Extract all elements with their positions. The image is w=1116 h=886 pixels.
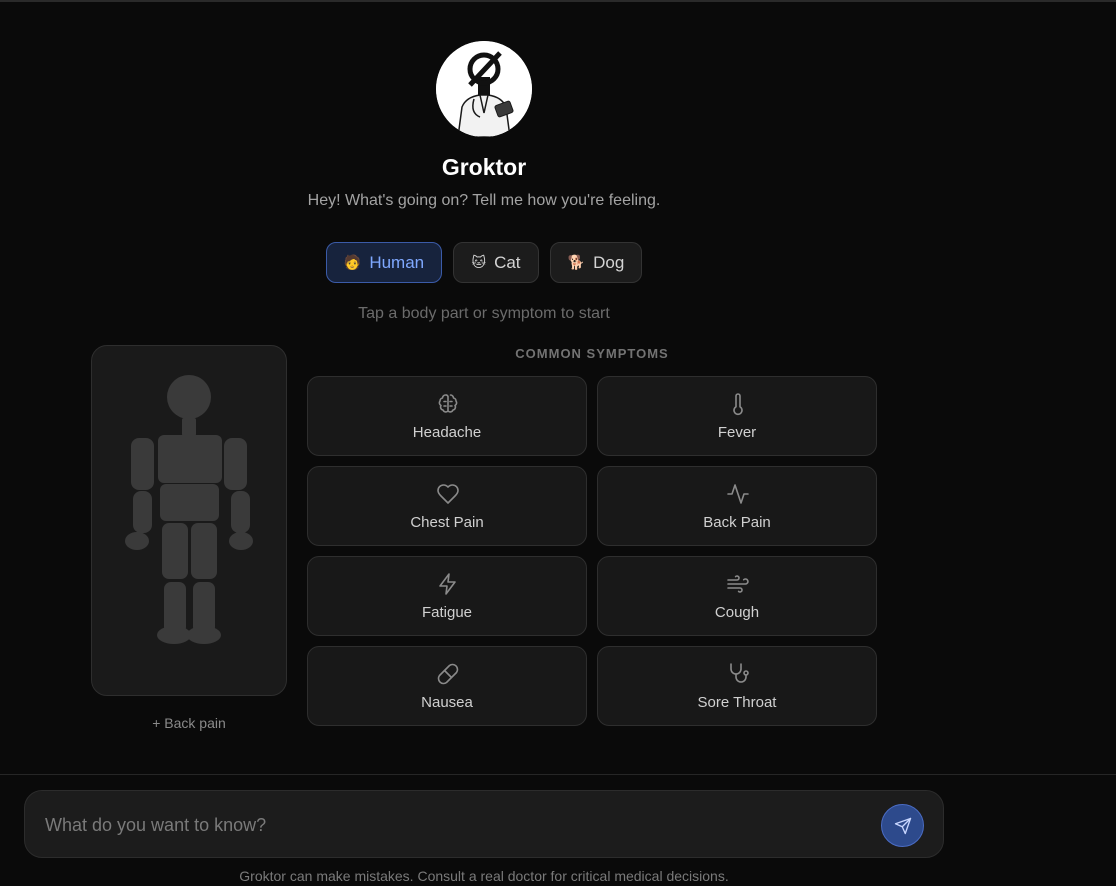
body-part-right-hand[interactable] [229,532,253,550]
app-title: Groktor [441,154,527,180]
stethoscope-icon [730,663,749,683]
start-hint: Tap a body part or symptom to start [358,305,610,322]
chat-input[interactable] [45,811,865,839]
symptom-card-back-pain[interactable]: Back Pain [597,466,877,546]
disclaimer-text: Groktor can make mistakes. Consult a rea… [239,868,729,884]
body-part-right-upper-arm[interactable] [224,438,247,490]
symptom-label: Chest Pain [410,514,484,531]
body-part-right-forearm[interactable] [231,491,250,533]
common-symptoms-title: COMMON SYMPTOMS [515,346,669,361]
heart-icon [437,484,459,504]
groktor-avatar [436,41,532,137]
species-tab-label: Human [369,252,425,272]
composer-divider [0,774,1116,775]
symptom-label: Back Pain [703,514,771,531]
activity-icon [727,484,749,504]
species-tab-label: Cat [494,252,521,272]
symptom-label: Headache [412,424,482,441]
body-part-left-foot[interactable] [157,626,191,644]
symptom-card-headache[interactable]: Headache [307,376,587,456]
symptom-card-cough[interactable]: Cough [597,556,877,636]
greeting-text: Hey! What's going on? Tell me how you're… [307,192,661,209]
selected-body-part: + Back pain [152,715,226,731]
species-tab-dog[interactable]: 🐕 Dog [550,242,642,283]
doctor-avatar-icon [436,41,532,137]
symptom-label: Nausea [421,694,473,711]
species-tab-human[interactable]: 🧑 Human [326,242,442,283]
symptom-label: Sore Throat [697,694,777,711]
pill-icon [437,663,459,685]
top-border [0,0,1116,2]
body-part-left-thigh[interactable] [162,523,188,579]
species-tab-cat[interactable]: 🐱 Cat [453,242,539,283]
body-part-left-upper-arm[interactable] [131,438,154,490]
body-part-neck[interactable] [182,418,196,436]
body-part-head[interactable] [167,375,211,419]
human-emoji-icon: 🧑 [343,254,362,270]
lightning-icon [439,573,456,595]
body-part-chest[interactable] [158,435,222,483]
body-figure [125,375,253,644]
symptom-label: Fatigue [421,604,473,621]
body-part-right-thigh[interactable] [191,523,217,579]
species-tab-label: Dog [593,252,625,272]
cat-emoji-icon: 🐱 [471,254,487,270]
symptom-card-fatigue[interactable]: Fatigue [307,556,587,636]
body-part-left-forearm[interactable] [133,491,152,533]
symptom-card-fever[interactable]: Fever [597,376,877,456]
symptom-card-nausea[interactable]: Nausea [307,646,587,726]
dog-emoji-icon: 🐕 [567,254,586,270]
symptom-card-chest-pain[interactable]: Chest Pain [307,466,587,546]
body-map-panel [91,345,287,696]
brain-icon [438,394,458,413]
send-icon [894,817,911,834]
send-button[interactable] [881,804,924,847]
symptom-card-sore-throat[interactable]: Sore Throat [597,646,877,726]
body-part-left-hand[interactable] [125,532,149,550]
symptom-label: Cough [714,604,760,621]
wind-icon [727,575,749,593]
chat-composer [24,790,944,858]
thermometer-icon [733,393,743,415]
body-part-abdomen[interactable] [160,484,219,521]
app-root: Groktor Hey! What's going on? Tell me ho… [0,0,1116,886]
symptom-label: Fever [717,424,757,441]
body-part-right-foot[interactable] [187,626,221,644]
